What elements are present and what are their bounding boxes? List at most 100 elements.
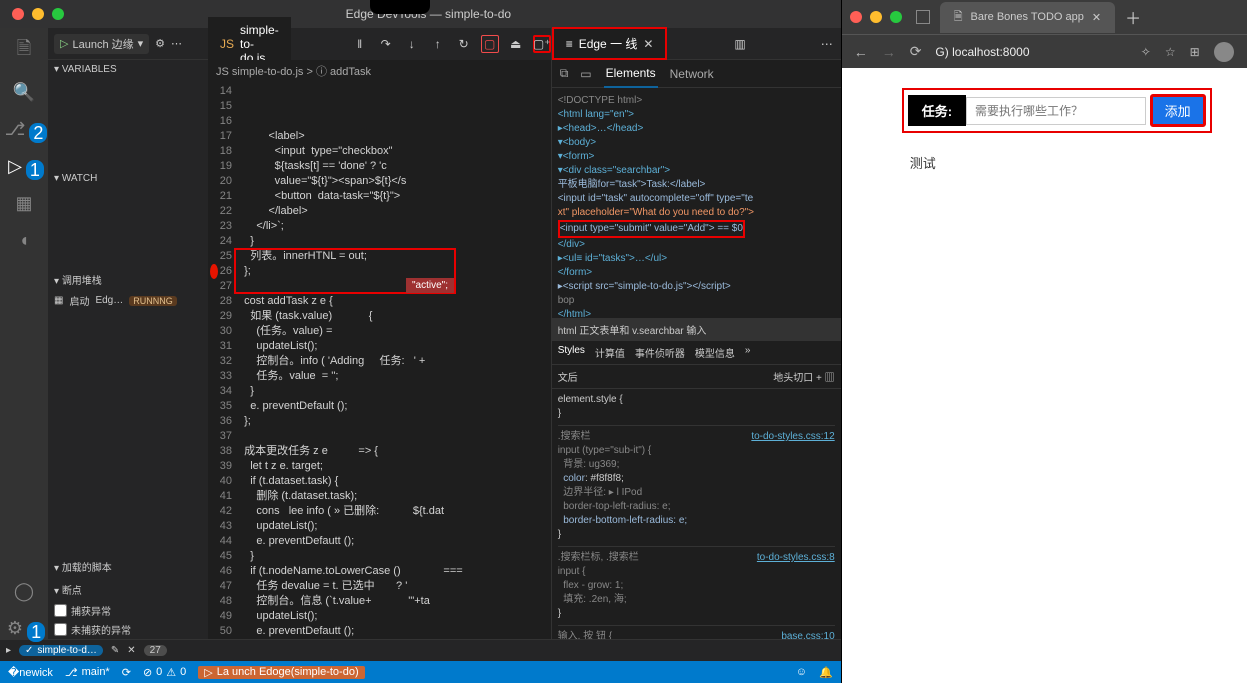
devtools-panel: ≡Edge 一 线✕ ▥ ⋯ ⧉ ▭ Elements Network <!DO… (551, 28, 841, 639)
editor-open-bar: ▸ ✓ simple-to-d… ✎ ✕ 27 (0, 639, 841, 661)
screencast-icon[interactable]: ▢⁺ (533, 35, 551, 53)
props-tab[interactable]: 模型信息 (695, 345, 735, 360)
add-button[interactable]: 添加 (1150, 94, 1206, 127)
network-tab[interactable]: Network (670, 67, 714, 81)
bell-icon[interactable]: 🔔 (819, 666, 833, 679)
edge-icon[interactable]: ◖ (19, 230, 30, 251)
collections-icon[interactable]: ⊞ (1190, 45, 1200, 59)
breakpoint-icon[interactable] (210, 264, 218, 279)
reload-icon[interactable]: ⟳ (910, 43, 922, 60)
callstack-item[interactable]: ▦ 启动 Edg… RUNNNG (48, 291, 208, 310)
dom-tree[interactable]: <!DOCTYPE html> <html lang="en"> ▸<head>… (552, 88, 841, 318)
stop-icon[interactable]: ▢ (481, 35, 499, 53)
back-icon[interactable]: ← (854, 44, 868, 60)
task-list: 测试 (902, 141, 1212, 184)
pause-icon[interactable]: ‖ (351, 35, 369, 53)
favorite-icon[interactable]: ☆ (1165, 45, 1176, 59)
variables-section[interactable]: VARIABLES (48, 60, 208, 79)
sync-icon[interactable]: ⟳ (122, 666, 131, 679)
close-icon[interactable]: ✕ (1092, 11, 1101, 24)
restart-icon[interactable]: ↻ (455, 35, 473, 53)
cls-toggle[interactable]: 地头切口 + ▥ (773, 369, 834, 384)
step-out-icon[interactable]: ↑ (429, 35, 447, 53)
inspect-icon[interactable]: ⧉ (560, 66, 569, 81)
inline-value: "active"; (406, 278, 454, 293)
new-tab-icon[interactable]: ＋ (1125, 5, 1141, 29)
collapse-icon[interactable]: ▸ (6, 645, 11, 656)
address-bar[interactable]: G) localhost:8000 (935, 45, 1126, 59)
elements-tab[interactable]: Elements (604, 60, 658, 88)
devtools-tab[interactable]: ≡Edge 一 线✕ (552, 27, 668, 60)
watch-section[interactable]: WATCH (48, 169, 208, 188)
dom-breadcrumb[interactable]: html 正文表单和 v.searchbar 输入 (552, 318, 841, 341)
filter-input[interactable]: 文后 (558, 369, 578, 384)
debug-toolbar: ‖ ↷ ↓ ↑ ↻ ▢ ⏏ ▢⁺ (351, 35, 551, 53)
debug-target[interactable]: ▷ La unch Edoge(simple-to-do) (198, 666, 364, 679)
sidebar-toggle-icon[interactable] (916, 10, 930, 24)
step-icon[interactable]: ↷ (377, 35, 395, 53)
avatar[interactable] (1214, 42, 1234, 62)
task-form: 任务: 添加 (902, 88, 1212, 133)
more-icon[interactable]: ⋯ (821, 37, 833, 51)
disconnect-icon[interactable]: ⏏ (507, 35, 525, 53)
breakpoints-section[interactable]: 断点 (48, 578, 208, 601)
step-into-icon[interactable]: ↓ (403, 35, 421, 53)
source-link[interactable]: to-do-styles.css:8 (757, 551, 835, 565)
styles-tab[interactable]: Styles (558, 345, 585, 360)
remote-indicator[interactable]: �newick (8, 666, 53, 679)
browser-window: 🗎Bare Bones TODO app✕ ＋ ← → ⟳ G) localho… (841, 0, 1247, 683)
close-icon[interactable]: ✕ (127, 645, 135, 656)
extensions-icon[interactable]: ▦ (15, 193, 32, 214)
task-input[interactable] (966, 97, 1146, 125)
editor-group: JSsimple-to-do.js ‖ ↷ ↓ ↑ ↻ ▢ ⏏ ▢⁺ JS si… (208, 28, 551, 639)
edit-icon[interactable]: ✎ (111, 645, 119, 656)
scm-icon[interactable]: ⎇2 (5, 119, 44, 140)
account-icon[interactable]: ◯ (14, 581, 34, 602)
minimap[interactable] (519, 82, 551, 639)
close-icon[interactable]: ✕ (643, 37, 653, 51)
source-link[interactable]: base.css:10 (781, 630, 834, 639)
debug-icon[interactable]: ▷1 (8, 156, 40, 177)
more-tabs[interactable]: » (745, 345, 751, 360)
listeners-tab[interactable]: 事件侦听器 (635, 345, 685, 360)
list-item[interactable]: 测试 (910, 153, 1204, 172)
status-bar: �newick ⎇ main* ⟳ ⊘ 0 ⚠ 0 ▷ La unch Edog… (0, 661, 841, 683)
activity-bar: 🗎 🔍 ⎇2 ▷1 ▦ ◖ ◯ ⚙1 (0, 28, 48, 639)
devtools-toolbar: ⧉ ▭ Elements Network (552, 60, 841, 88)
read-icon[interactable]: ✧ (1141, 45, 1151, 59)
launch-config[interactable]: ▷Launch 边缘▾ (54, 34, 149, 54)
search-icon[interactable]: 🔍 (13, 82, 35, 103)
more-icon[interactable]: ⋯ (171, 37, 182, 50)
explorer-icon[interactable]: 🗎 (17, 36, 31, 66)
forward-icon[interactable]: → (882, 44, 896, 60)
window-controls[interactable] (0, 8, 76, 20)
styles-pane[interactable]: element.style { } to-do-styles.css:12 .搜… (552, 389, 841, 639)
macos-notch (370, 0, 430, 14)
scripts-section[interactable]: 加载的脚本 (48, 555, 208, 578)
device-icon[interactable]: ▭ (580, 67, 591, 81)
selected-node[interactable]: <input type="submit" value="Add"> == $0 (558, 220, 745, 238)
line-gutter: 1415161718192021222324252627282930313233… (208, 82, 238, 639)
callstack-section[interactable]: 调用堆栈 (48, 268, 208, 291)
gear-icon[interactable]: ⚙ (155, 37, 165, 50)
debug-sidebar: ▷Launch 边缘▾ ⚙ ⋯ VARIABLES WATCH 调用堆栈 ▦ 启… (48, 28, 208, 639)
gear-icon[interactable]: ⚙1 (7, 618, 41, 639)
source-link[interactable]: to-do-styles.css:12 (751, 430, 834, 444)
breadcrumb[interactable]: JS simple-to-do.js > ⓘ addTask (208, 60, 551, 82)
browser-tab[interactable]: 🗎Bare Bones TODO app✕ (940, 2, 1115, 33)
task-label: 任务: (908, 95, 966, 126)
open-file-chip[interactable]: ✓ simple-to-d… (19, 645, 103, 656)
computed-tab[interactable]: 计算值 (595, 345, 625, 360)
window-controls[interactable] (850, 11, 906, 23)
split-icon[interactable]: ▥ (734, 37, 745, 51)
style-tabs: Styles 计算值 事件侦听器 模型信息 » (552, 341, 841, 365)
caught-checkbox[interactable] (54, 604, 67, 617)
code-editor[interactable]: 1415161718192021222324252627282930313233… (208, 82, 551, 639)
branch-indicator[interactable]: ⎇ main* (65, 666, 110, 679)
page-body: 任务: 添加 测试 (842, 68, 1247, 683)
pause-icon: ▦ (54, 295, 63, 306)
feedback-icon[interactable]: ☺ (796, 666, 807, 678)
uncaught-checkbox[interactable] (54, 623, 67, 636)
problems-indicator[interactable]: ⊘ 0 ⚠ 0 (143, 666, 186, 679)
code-lines[interactable]: <label> <input type="checkbox" ${tasks[t… (238, 82, 519, 639)
